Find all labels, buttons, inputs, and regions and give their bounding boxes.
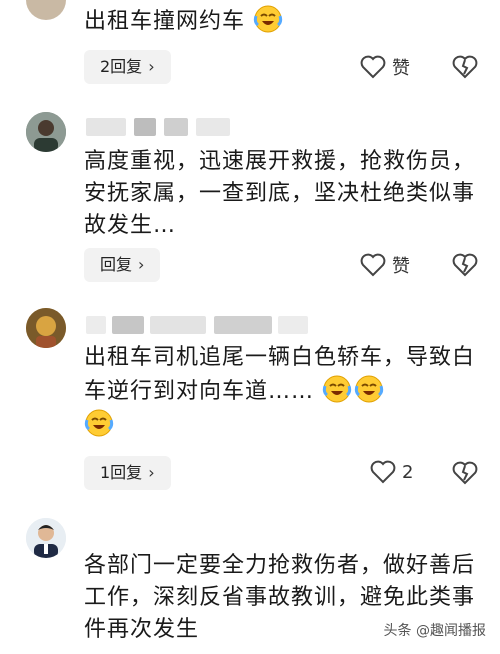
comment-text: 出租车撞网约车 <box>84 4 484 38</box>
heart-outline-icon <box>370 460 396 484</box>
laughing-crying-emoji-icon <box>253 5 283 33</box>
laughing-crying-emoji-icon <box>322 375 352 403</box>
like-count: 2 <box>402 461 414 483</box>
avatar-image <box>26 518 66 558</box>
comment-item: 出租车司机追尾一辆白色轿车，导致白车逆行到对向车道…… 1回复 › 2 <box>0 306 500 501</box>
avatar[interactable] <box>26 112 66 152</box>
reply-label: 2回复 <box>100 57 143 76</box>
watermark: 头条 @趣闻播报 <box>384 620 486 640</box>
chevron-right-icon: › <box>148 463 155 482</box>
chevron-right-icon: › <box>138 255 145 274</box>
avatar-image <box>26 112 66 152</box>
like-label: 赞 <box>392 58 410 79</box>
watermark-label: 头条 @趣闻播报 <box>383 623 486 639</box>
comment-text: 出租车司机追尾一辆白色轿车，导致白车逆行到对向车道…… <box>84 342 484 442</box>
broken-heart-icon[interactable] <box>452 460 478 486</box>
heart-outline-icon <box>360 55 386 79</box>
reply-button[interactable]: 1回复 › <box>84 456 171 490</box>
username-blurred <box>86 118 246 136</box>
comment-text-content: 出租车撞网约车 <box>84 9 246 34</box>
comment-text-content: 高度重视，迅速展开救援，抢救伤员，安抚家属，一查到底，坚决杜绝类似事故发生… <box>84 149 476 238</box>
broken-heart-icon[interactable] <box>452 252 478 278</box>
avatar[interactable] <box>26 308 66 348</box>
laughing-crying-emoji-icon <box>84 409 114 437</box>
avatar-image <box>26 308 66 348</box>
comment-item: 出租车撞网约车 2回复 › 赞 <box>0 0 500 95</box>
like-button[interactable]: 赞 <box>360 252 410 278</box>
comment-text-content: 出租车司机追尾一辆白色轿车，导致白车逆行到对向车道…… <box>84 345 476 404</box>
reply-label: 1回复 <box>100 463 143 482</box>
like-label: 赞 <box>392 256 410 277</box>
broken-heart-icon[interactable] <box>452 54 478 80</box>
reply-label: 回复 <box>100 255 133 274</box>
avatar[interactable] <box>26 518 66 558</box>
avatar[interactable] <box>26 0 66 20</box>
chevron-right-icon: › <box>148 57 155 76</box>
comment-text: 高度重视，迅速展开救援，抢救伤员，安抚家属，一查到底，坚决杜绝类似事故发生… <box>84 146 484 242</box>
heart-outline-icon <box>360 253 386 277</box>
reply-button[interactable]: 2回复 › <box>84 50 171 84</box>
comment-item: 高度重视，迅速展开救援，抢救伤员，安抚家属，一查到底，坚决杜绝类似事故发生… 回… <box>0 110 500 290</box>
username-blurred <box>86 316 316 334</box>
reply-button[interactable]: 回复 › <box>84 248 161 282</box>
laughing-crying-emoji-icon <box>354 375 384 403</box>
like-button[interactable]: 2 <box>370 460 413 484</box>
like-button[interactable]: 赞 <box>360 54 410 80</box>
